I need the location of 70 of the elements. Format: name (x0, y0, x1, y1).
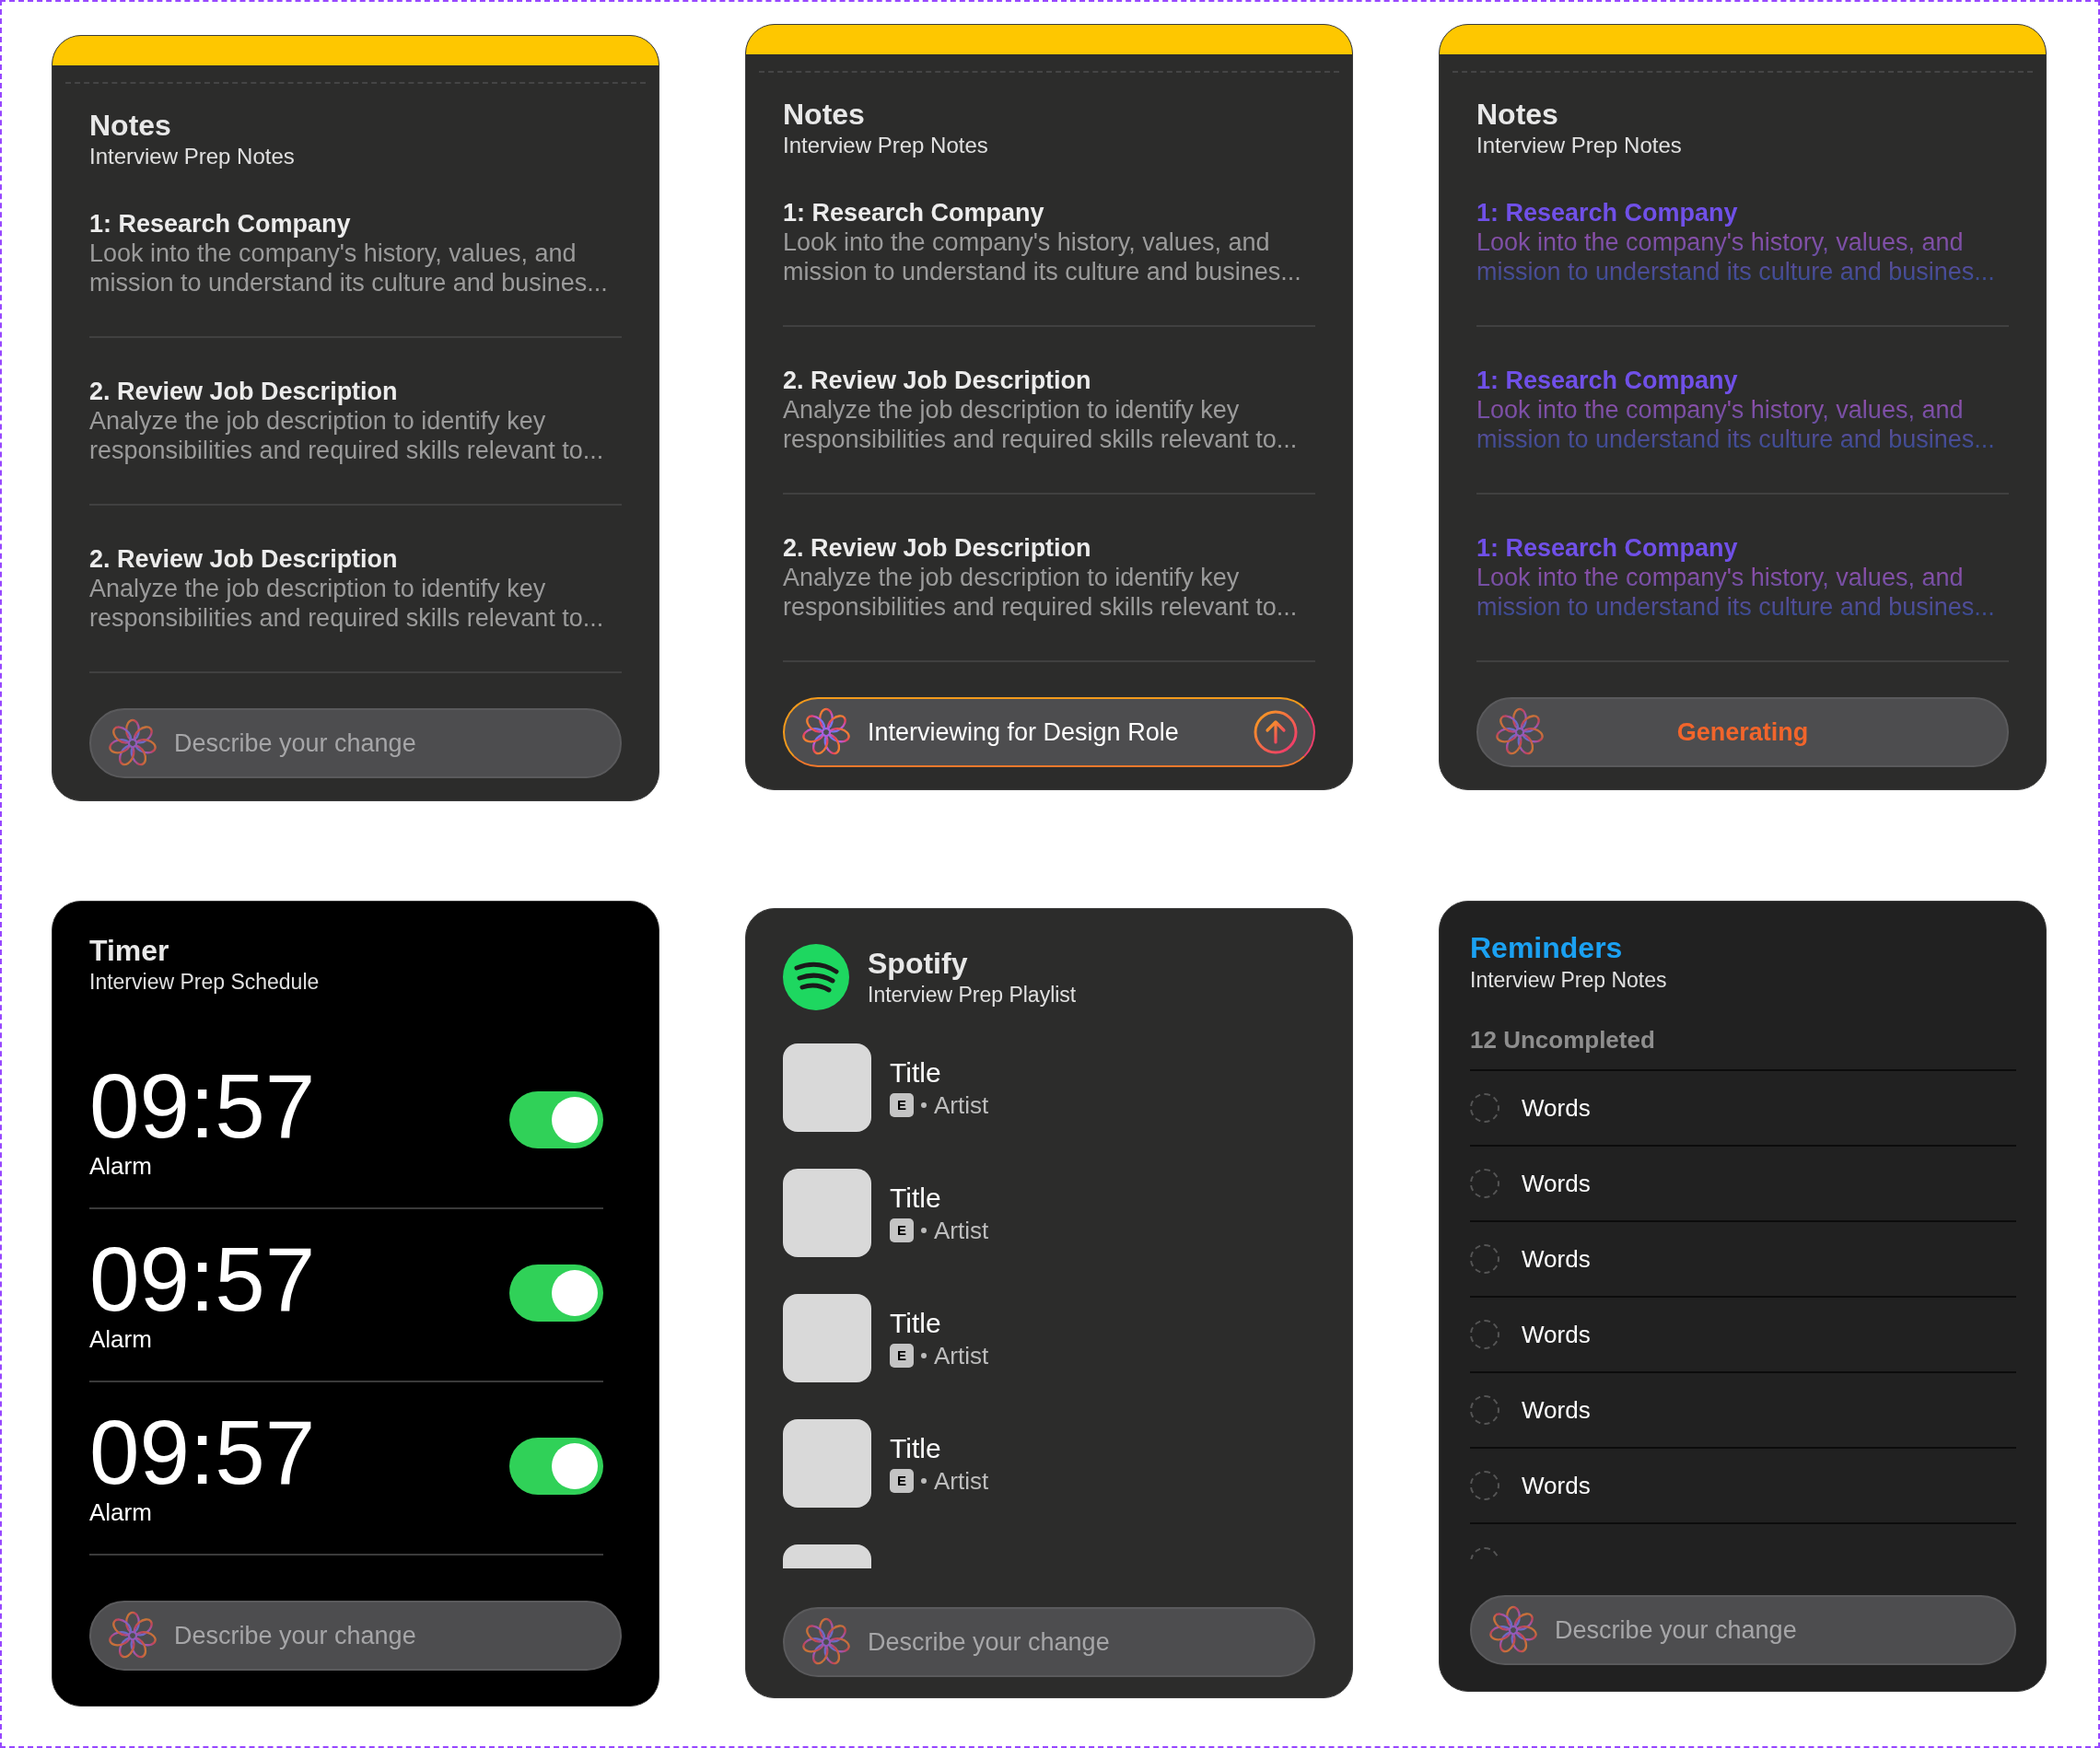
card-subtitle: Interview Prep Schedule (89, 969, 321, 996)
track-artist: Artist (934, 1090, 989, 1120)
track-artist: Artist (934, 1341, 989, 1370)
track-title: Title (890, 1432, 942, 1465)
prompt-input[interactable]: Describe your change (1555, 1611, 2000, 1649)
card-title: Notes (89, 108, 172, 143)
note-body: Look into the company's history, values, and mission to understand its culture and busines... (89, 239, 609, 297)
note-body: Analyze the job description to identify key responsibilities and required skills relevant to... (783, 395, 1299, 454)
reminder-text: Words (1522, 1243, 1591, 1275)
track-title: Title (890, 1182, 942, 1215)
card-subtitle: Interview Prep Notes (1476, 132, 1683, 159)
dot-separator (921, 1102, 927, 1108)
note-heading: 2. Review Job Description (89, 377, 399, 406)
card-title: Spotify (868, 946, 969, 981)
prompt-input[interactable]: Describe your change (868, 1623, 1299, 1661)
prompt-field[interactable]: Describe your change (89, 708, 622, 778)
send-button[interactable] (1253, 709, 1299, 755)
card-subtitle: Interview Prep Notes (1470, 967, 1668, 994)
note-heading: 2. Review Job Description (89, 544, 399, 574)
arrow-up-icon (1253, 709, 1299, 755)
explicit-badge: E (890, 1469, 914, 1493)
track-artist: Artist (934, 1466, 989, 1496)
card-title: Notes (783, 97, 866, 132)
prompt-input[interactable]: Describe your change (174, 1616, 605, 1655)
note-body: Analyze the job description to identify key responsibilities and required skills relevant to... (89, 574, 605, 633)
prompt-field[interactable]: Describe your change (89, 1601, 622, 1671)
dot-separator (921, 1228, 927, 1233)
status-text: Generating (1676, 717, 1809, 748)
card-subtitle: Interview Prep Notes (89, 143, 296, 170)
prompt-field[interactable]: Describe your change (783, 1607, 1315, 1677)
alarm-time: 09:57 (89, 1060, 316, 1152)
track-title: Title (890, 1307, 942, 1340)
note-heading: 1: Research Company (1476, 198, 1739, 227)
note-heading: 1: Research Company (89, 209, 352, 239)
note-heading: 2. Review Job Description (783, 533, 1092, 563)
note-heading: 1: Research Company (1476, 366, 1739, 395)
reminder-text: Words (1522, 1168, 1591, 1199)
alarm-time: 09:57 (89, 1233, 316, 1325)
card-title: Notes (1476, 97, 1559, 132)
track-title: Title (890, 1056, 942, 1090)
prompt-input[interactable]: Interviewing for Design Role (868, 713, 1238, 752)
note-heading: 2. Review Job Description (783, 366, 1092, 395)
alarm-time: 09:57 (89, 1406, 316, 1498)
track-artist: Artist (934, 1216, 989, 1245)
note-body: Analyze the job description to identify key responsibilities and required skills relevant to... (783, 563, 1299, 622)
dot-separator (921, 1353, 927, 1358)
prompt-input[interactable]: Describe your change (174, 724, 605, 763)
note-body: Analyze the job description to identify key responsibilities and required skills relevant to... (89, 406, 605, 465)
note-heading: 1: Research Company (1476, 533, 1739, 563)
card-title: Reminders (1470, 930, 1624, 966)
card-title: Timer (89, 933, 170, 968)
prompt-field[interactable]: Describe your change (1470, 1595, 2016, 1665)
reminder-text: Words (1522, 1470, 1591, 1501)
explicit-badge: E (890, 1093, 914, 1117)
uncompleted-count: 12 Uncompleted (1470, 1025, 2016, 1071)
alarm-label: Alarm (89, 1498, 153, 1526)
explicit-badge: E (890, 1218, 914, 1242)
card-subtitle: Interview Prep Notes (783, 132, 989, 159)
alarm-label: Alarm (89, 1152, 153, 1180)
prompt-field[interactable]: Interviewing for Design Role (783, 697, 1315, 767)
note-heading: 1: Research Company (783, 198, 1045, 227)
reminder-text: Words (1522, 1319, 1591, 1350)
reminder-text: Words (1522, 1092, 1591, 1124)
alarm-label: Alarm (89, 1325, 153, 1353)
app-logo (783, 944, 849, 1010)
explicit-badge: E (890, 1344, 914, 1368)
card-subtitle: Interview Prep Playlist (868, 982, 1077, 1008)
dot-separator (921, 1478, 927, 1484)
reminder-text: Words (1522, 1394, 1591, 1426)
note-body: Look into the company's history, values, and mission to understand its culture and busines... (783, 227, 1302, 286)
